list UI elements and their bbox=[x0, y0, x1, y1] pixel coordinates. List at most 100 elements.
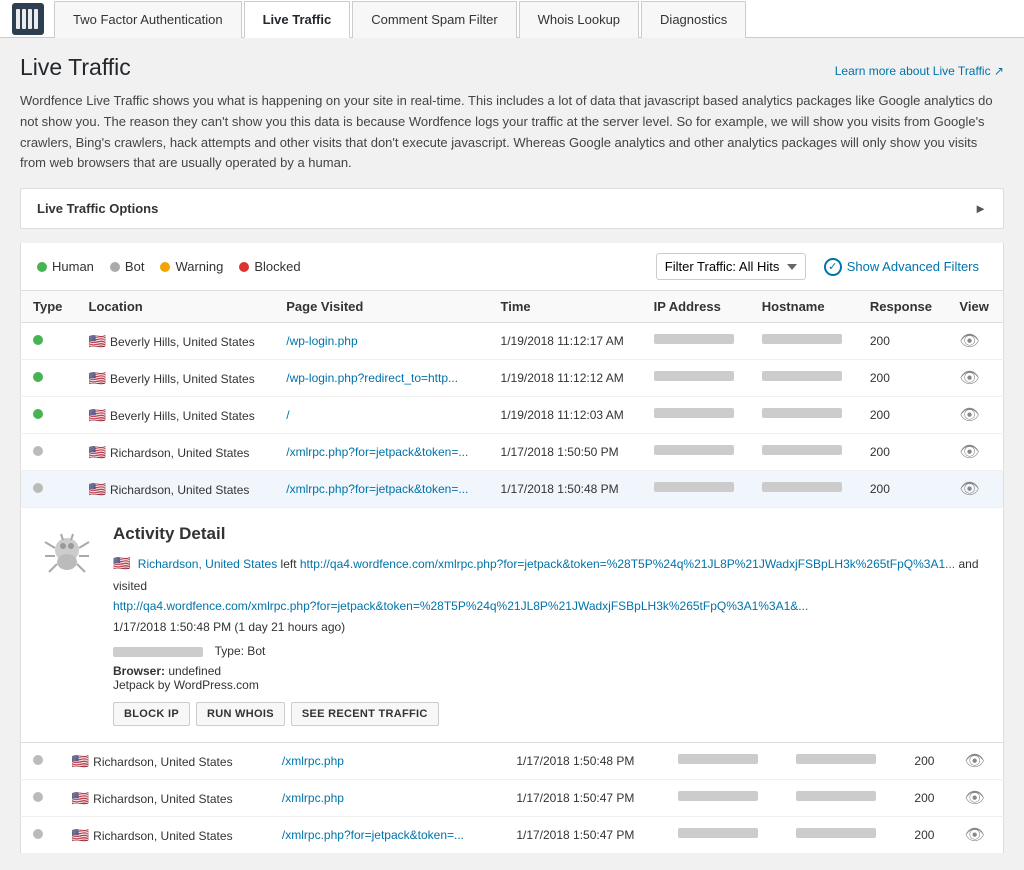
hostname-blurred bbox=[762, 445, 842, 455]
ip-blurred bbox=[654, 408, 734, 418]
cell-type bbox=[21, 471, 77, 508]
view-icon[interactable]: 👁 bbox=[959, 444, 979, 461]
table-row[interactable]: 🇺🇸Beverly Hills, United States / 1/19/20… bbox=[21, 397, 1004, 434]
hostname-blurred bbox=[796, 791, 876, 801]
cell-view[interactable]: 👁 bbox=[947, 397, 1003, 434]
hostname-blurred bbox=[762, 334, 842, 344]
activity-link2[interactable]: http://qa4.wordfence.com/xmlrpc.php?for=… bbox=[113, 599, 808, 613]
traffic-legend: Human Bot Warning Blocked bbox=[37, 259, 301, 274]
tab-whois-lookup[interactable]: Whois Lookup bbox=[519, 1, 639, 38]
cell-view[interactable]: 👁 bbox=[947, 360, 1003, 397]
col-time: Time bbox=[489, 291, 642, 323]
table-row[interactable]: 🇺🇸Beverly Hills, United States /wp-login… bbox=[21, 323, 1004, 360]
cell-location: 🇺🇸Richardson, United States bbox=[60, 780, 270, 817]
cell-type bbox=[21, 323, 77, 360]
advanced-filters-button[interactable]: ✓ Show Advanced Filters bbox=[816, 254, 987, 280]
activity-meta: Browser: undefined Jetpack by WordPress.… bbox=[113, 664, 983, 692]
cell-ip bbox=[642, 471, 750, 508]
tab-diagnostics[interactable]: Diagnostics bbox=[641, 1, 746, 38]
view-icon[interactable]: 👁 bbox=[959, 407, 979, 424]
cell-hostname bbox=[784, 817, 902, 854]
flag-icon: 🇺🇸 bbox=[72, 790, 89, 806]
activity-link1[interactable]: http://qa4.wordfence.com/xmlrpc.php?for=… bbox=[300, 557, 955, 571]
view-icon[interactable]: 👁 bbox=[959, 481, 979, 498]
see-recent-traffic-button[interactable]: SEE RECENT TRAFFIC bbox=[291, 702, 439, 726]
table-row[interactable]: 🇺🇸Richardson, United States /xmlrpc.php?… bbox=[21, 434, 1004, 471]
cell-ip bbox=[666, 817, 784, 854]
page-content: Live Traffic Learn more about Live Traff… bbox=[0, 38, 1024, 870]
flag-icon: 🇺🇸 bbox=[89, 407, 106, 423]
col-type: Type bbox=[21, 291, 77, 323]
cell-ip bbox=[642, 323, 750, 360]
cell-response: 200 bbox=[858, 397, 948, 434]
type-indicator bbox=[33, 409, 43, 419]
col-location: Location bbox=[77, 291, 275, 323]
cell-view[interactable]: 👁 bbox=[947, 323, 1003, 360]
type-indicator bbox=[33, 446, 43, 456]
run-whois-button[interactable]: RUN WHOIS bbox=[196, 702, 285, 726]
view-icon[interactable]: 👁 bbox=[964, 790, 984, 807]
flag-icon: 🇺🇸 bbox=[89, 444, 106, 460]
cell-view[interactable]: 👁 bbox=[947, 434, 1003, 471]
cell-page: /wp-login.php?redirect_to=http... bbox=[274, 360, 488, 397]
page-title: Live Traffic bbox=[20, 54, 131, 81]
cell-view[interactable]: 👁 bbox=[947, 471, 1003, 508]
options-panel: Live Traffic Options ► bbox=[20, 188, 1004, 229]
table-header-row: Type Location Page Visited Time IP Addre… bbox=[21, 291, 1004, 323]
type-indicator bbox=[33, 335, 43, 345]
table-row[interactable]: 🇺🇸Beverly Hills, United States /wp-login… bbox=[21, 360, 1004, 397]
legend-warning: Warning bbox=[160, 259, 223, 274]
cell-response: 200 bbox=[902, 743, 952, 780]
cell-page: /xmlrpc.php?for=jetpack&token=... bbox=[274, 434, 488, 471]
legend-blocked: Blocked bbox=[239, 259, 300, 274]
flag-icon: 🇺🇸 bbox=[89, 481, 106, 497]
ip-blurred bbox=[678, 791, 758, 801]
page-header: Live Traffic Learn more about Live Traff… bbox=[20, 54, 1004, 81]
cell-view[interactable]: 👁 bbox=[952, 743, 1003, 780]
cell-response: 200 bbox=[858, 434, 948, 471]
cell-type bbox=[21, 743, 60, 780]
agent-value: Jetpack by WordPress.com bbox=[113, 678, 259, 692]
table-row[interactable]: 🇺🇸Richardson, United States /xmlrpc.php … bbox=[21, 780, 1004, 817]
top-navigation: Two Factor Authentication Live Traffic C… bbox=[0, 0, 1024, 38]
options-header[interactable]: Live Traffic Options ► bbox=[21, 189, 1003, 228]
human-dot bbox=[37, 262, 47, 272]
view-icon[interactable]: 👁 bbox=[959, 333, 979, 350]
table-row[interactable]: 🇺🇸Richardson, United States /xmlrpc.php?… bbox=[21, 817, 1004, 854]
blocked-dot bbox=[239, 262, 249, 272]
tab-comment-spam[interactable]: Comment Spam Filter bbox=[352, 1, 516, 38]
flag-icon: 🇺🇸 bbox=[72, 827, 89, 843]
tab-two-factor[interactable]: Two Factor Authentication bbox=[54, 1, 242, 38]
cell-type bbox=[21, 434, 77, 471]
cell-response: 200 bbox=[858, 360, 948, 397]
flag-icon: 🇺🇸 bbox=[89, 370, 106, 386]
view-icon[interactable]: 👁 bbox=[959, 370, 979, 387]
cell-hostname bbox=[750, 471, 858, 508]
cell-ip bbox=[666, 743, 784, 780]
options-label: Live Traffic Options bbox=[37, 201, 158, 216]
cell-type bbox=[21, 397, 77, 434]
table-row[interactable]: 🇺🇸Richardson, United States /xmlrpc.php?… bbox=[21, 471, 1004, 508]
activity-description: 🇺🇸 Richardson, United States left http:/… bbox=[113, 552, 983, 637]
learn-more-link[interactable]: Learn more about Live Traffic ↗ bbox=[835, 64, 1004, 78]
cell-view[interactable]: 👁 bbox=[952, 780, 1003, 817]
cell-time: 1/17/2018 1:50:47 PM bbox=[504, 817, 666, 854]
cell-page: /xmlrpc.php?for=jetpack&token=... bbox=[270, 817, 504, 854]
cell-hostname bbox=[750, 323, 858, 360]
view-icon[interactable]: 👁 bbox=[964, 827, 984, 844]
ip-blurred bbox=[654, 445, 734, 455]
tab-live-traffic[interactable]: Live Traffic bbox=[244, 1, 351, 38]
cell-type bbox=[21, 817, 60, 854]
filter-select[interactable]: Filter Traffic: All HitsHumans OnlyBots … bbox=[656, 253, 806, 280]
cell-response: 200 bbox=[902, 817, 952, 854]
action-buttons: BLOCK IP RUN WHOIS SEE RECENT TRAFFIC bbox=[113, 702, 983, 726]
bot-dot bbox=[110, 262, 120, 272]
cell-page: /xmlrpc.php bbox=[270, 780, 504, 817]
flag-icon: 🇺🇸 bbox=[72, 753, 89, 769]
block-ip-button[interactable]: BLOCK IP bbox=[113, 702, 190, 726]
hostname-blurred bbox=[762, 482, 842, 492]
activity-location-link[interactable]: Richardson, United States bbox=[138, 557, 277, 571]
cell-view[interactable]: 👁 bbox=[952, 817, 1003, 854]
page-description: Wordfence Live Traffic shows you what is… bbox=[20, 91, 1000, 174]
table-row[interactable]: 🇺🇸Richardson, United States /xmlrpc.php … bbox=[21, 743, 1004, 780]
